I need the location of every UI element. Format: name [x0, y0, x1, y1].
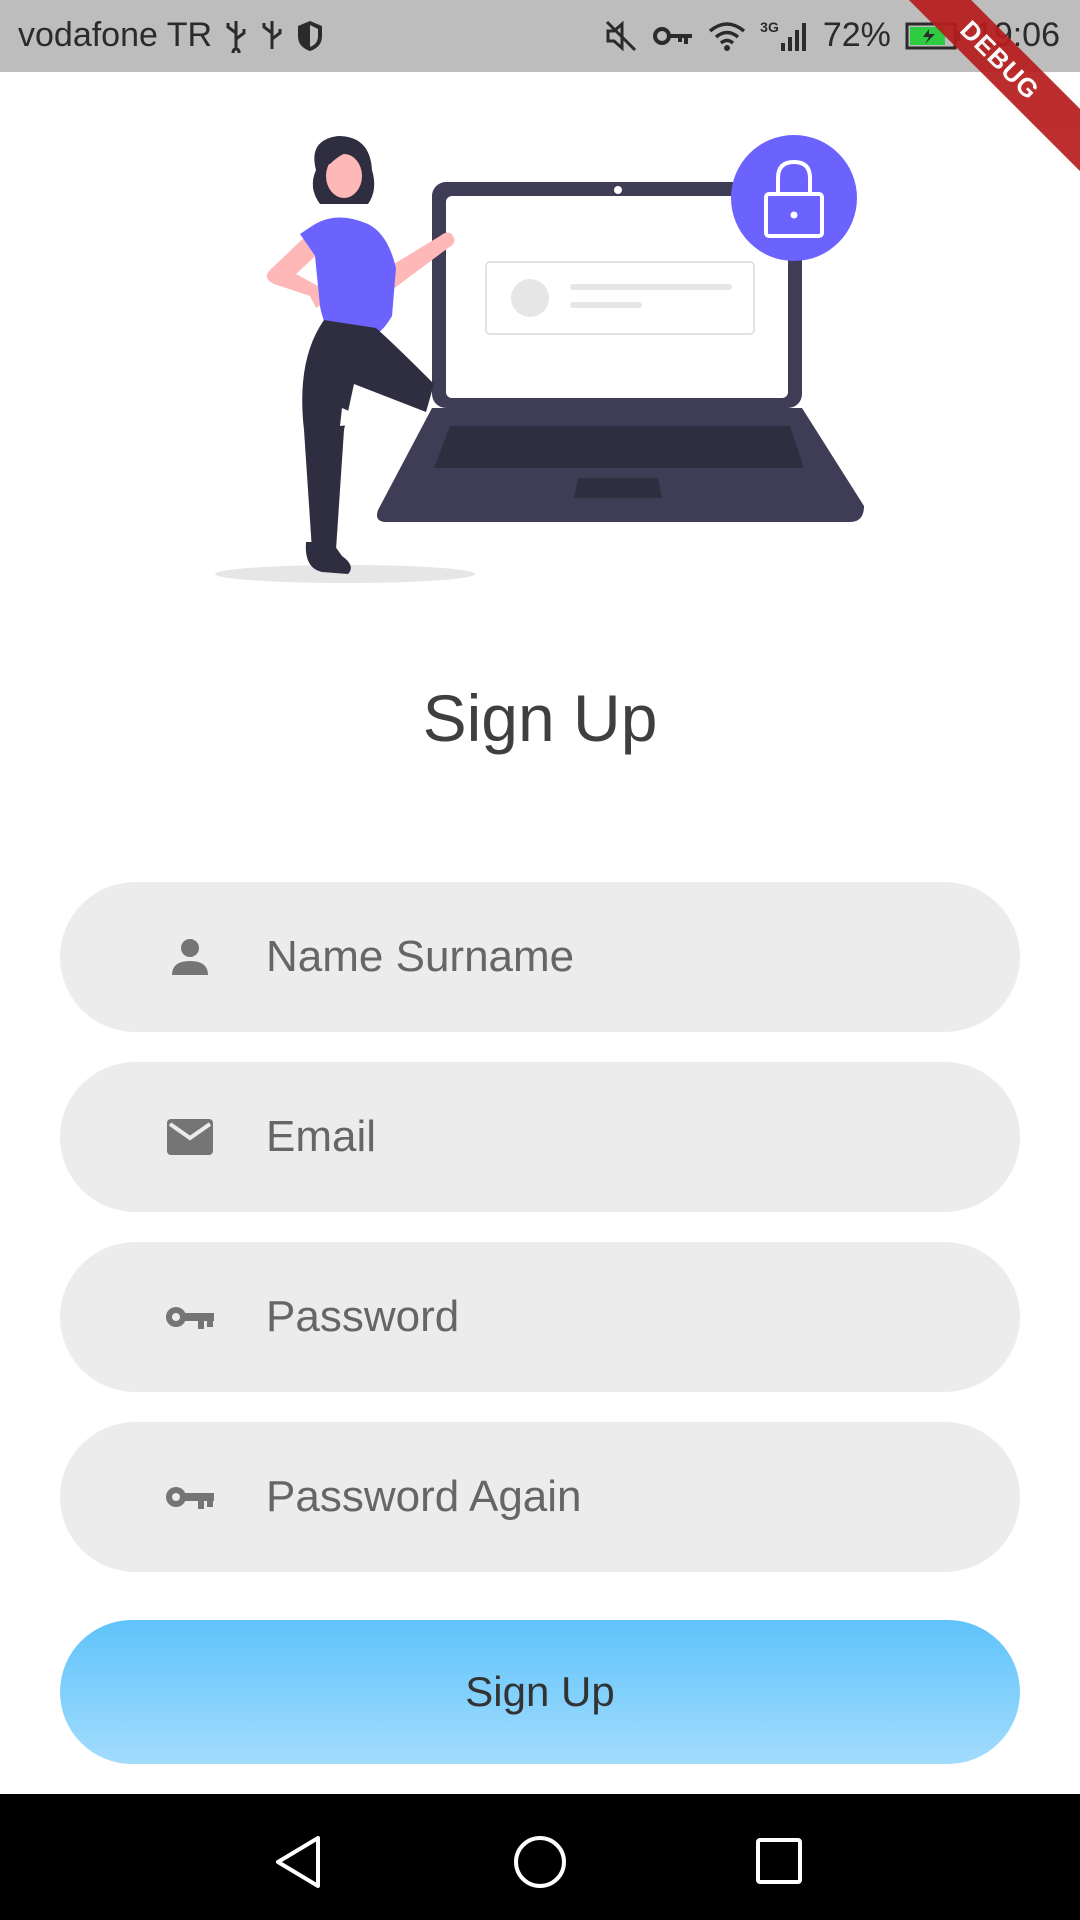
navigation-bar: [0, 1794, 1080, 1920]
shield-icon: [296, 19, 324, 53]
email-field[interactable]: [60, 1062, 1020, 1212]
home-icon[interactable]: [510, 1832, 570, 1892]
wifi-icon: [708, 21, 746, 51]
key-icon: [160, 1287, 220, 1347]
usb-icon: [260, 19, 284, 53]
battery-percent: 72%: [822, 16, 891, 54]
vpn-key-icon: [652, 23, 694, 49]
back-icon[interactable]: [270, 1832, 330, 1892]
recents-icon[interactable]: [750, 1832, 810, 1892]
signup-button[interactable]: Sign Up: [60, 1620, 1020, 1764]
status-bar: vodafone TR 3G 72% 19:06: [0, 0, 1080, 72]
email-icon: [160, 1107, 220, 1167]
name-input[interactable]: [264, 931, 1020, 983]
signal-icon: 3G: [760, 19, 809, 53]
name-field[interactable]: [60, 882, 1020, 1032]
password-again-input[interactable]: [264, 1471, 1020, 1523]
status-left: vodafone TR: [18, 16, 324, 55]
page-title: Sign Up: [422, 681, 658, 755]
carrier-name: vodafone TR: [18, 16, 213, 54]
person-icon: [160, 927, 220, 987]
signup-illustration: [200, 130, 880, 590]
key-icon: [160, 1467, 220, 1527]
password-input[interactable]: [264, 1291, 1020, 1343]
password-field[interactable]: [60, 1242, 1020, 1392]
network-type: 3G: [760, 18, 779, 35]
mute-icon: [604, 19, 638, 53]
password-again-field[interactable]: [60, 1422, 1020, 1572]
email-input[interactable]: [264, 1111, 1020, 1163]
usb-icon: [224, 19, 248, 53]
